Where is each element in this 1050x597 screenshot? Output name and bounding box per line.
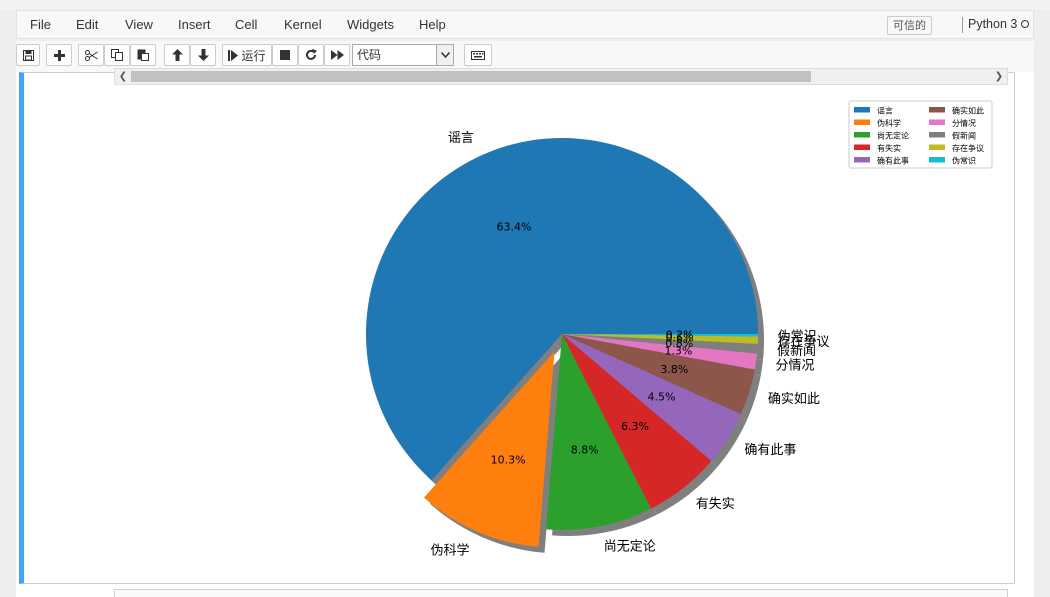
legend-label: 假新闻 <box>952 131 976 141</box>
legend-label: 确有此事 <box>877 156 909 166</box>
pct-label: 4.5% <box>648 391 676 404</box>
legend: 谣言伪科学尚无定论有失实确有此事 确实如此分情况假新闻存在争议伪常识 <box>848 100 993 169</box>
legend-label: 谣言 <box>877 106 893 116</box>
category-label: 确实如此 <box>768 391 820 407</box>
category-label: 伪常识 <box>778 329 817 344</box>
legend-label: 分情况 <box>952 118 976 128</box>
category-label: 尚无定论 <box>604 540 656 555</box>
pct-label: 6.3% <box>621 420 649 433</box>
legend-swatch <box>929 132 945 138</box>
legend-swatch <box>854 132 870 138</box>
legend-swatch <box>854 107 870 113</box>
legend-label: 存在争议 <box>952 143 984 153</box>
legend-swatch <box>929 144 945 150</box>
legend-label: 确实如此 <box>952 106 984 116</box>
pie-chart: 63.4% 谣言 10.3% 伪科学 8.8% 尚无定论 6.3% 有失实 4.5% 确有此事 3.… <box>365 100 993 559</box>
legend-label: 伪常识 <box>952 156 976 166</box>
pct-label: 0.2% <box>666 329 694 342</box>
legend-label: 伪科学 <box>877 118 901 128</box>
category-label: 伪科学 <box>430 543 469 559</box>
pct-label: 3.8% <box>660 363 688 376</box>
category-label: 有失实 <box>696 497 735 512</box>
pct-label: 10.3% <box>491 454 526 467</box>
legend-swatch <box>929 107 945 113</box>
legend-swatch <box>854 144 870 150</box>
category-label: 确有此事 <box>744 443 796 458</box>
legend-swatch <box>929 119 945 125</box>
category-label: 谣言 <box>448 131 474 146</box>
pct-label: 63.4% <box>496 221 531 234</box>
legend-label: 尚无定论 <box>877 131 909 141</box>
legend-label: 有失实 <box>877 143 901 153</box>
legend-swatch <box>929 157 945 163</box>
legend-swatch <box>854 119 870 125</box>
pct-label: 8.8% <box>571 443 599 456</box>
category-label: 分情况 <box>775 358 814 373</box>
legend-swatch <box>854 157 870 163</box>
